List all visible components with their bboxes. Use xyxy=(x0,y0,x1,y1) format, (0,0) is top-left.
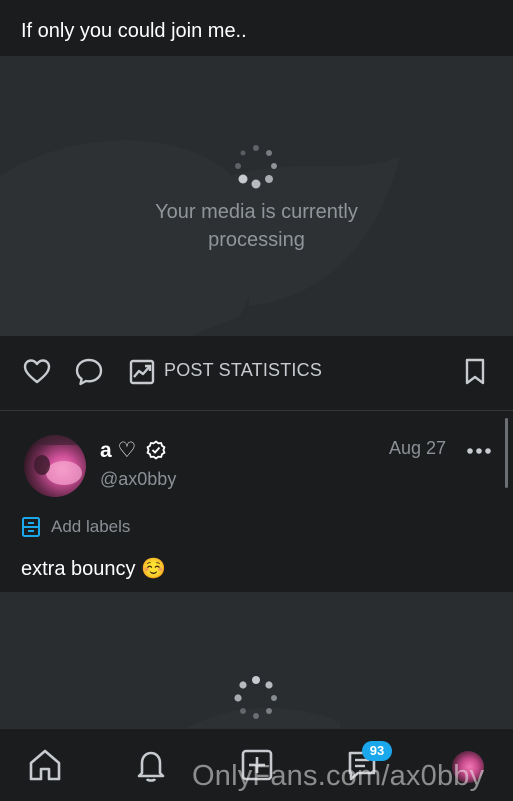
media-processing-line-1: Your media is currently xyxy=(155,201,358,223)
post-action-bar: POST STATISTICS xyxy=(0,336,513,411)
author-avatar[interactable] xyxy=(24,435,86,497)
post-card: a ♡ @ax0bby Aug 27 Add labels extra boun… xyxy=(0,411,513,591)
post-text: extra bouncy ☺️ xyxy=(21,558,166,580)
background-logo-shape xyxy=(0,140,400,336)
post-date: Aug 27 xyxy=(389,438,447,458)
media-processing-text: Your media is currently processing xyxy=(0,198,513,254)
loading-spinner-icon xyxy=(235,145,277,189)
comment-icon[interactable] xyxy=(74,356,104,388)
messages-badge: 93 xyxy=(362,741,392,761)
bookmark-icon[interactable] xyxy=(462,356,488,388)
media-placeholder-2[interactable] xyxy=(0,592,513,732)
post-caption: If only you could join me.. xyxy=(0,0,513,56)
label-icon xyxy=(22,517,40,537)
watermark-text: OnlyFans.com/ax0bby xyxy=(192,760,485,792)
author-name-text: a ♡ xyxy=(100,439,137,462)
author-name[interactable]: a ♡ xyxy=(100,438,166,463)
scrollbar[interactable] xyxy=(505,418,508,488)
loading-spinner-icon xyxy=(234,676,277,719)
home-icon[interactable] xyxy=(27,747,63,783)
more-icon[interactable] xyxy=(466,447,492,455)
heart-icon[interactable] xyxy=(22,356,52,388)
chart-icon[interactable] xyxy=(128,356,156,388)
verified-icon xyxy=(146,440,166,460)
avatar-photo xyxy=(24,435,86,485)
author-handle[interactable]: @ax0bby xyxy=(100,469,176,490)
media-placeholder[interactable]: Your media is currently processing xyxy=(0,56,513,336)
post-statistics-button[interactable]: POST STATISTICS xyxy=(164,360,322,381)
media-processing-line-2: processing xyxy=(208,229,305,251)
add-labels-text: Add labels xyxy=(51,517,131,536)
bell-icon[interactable] xyxy=(133,747,169,783)
